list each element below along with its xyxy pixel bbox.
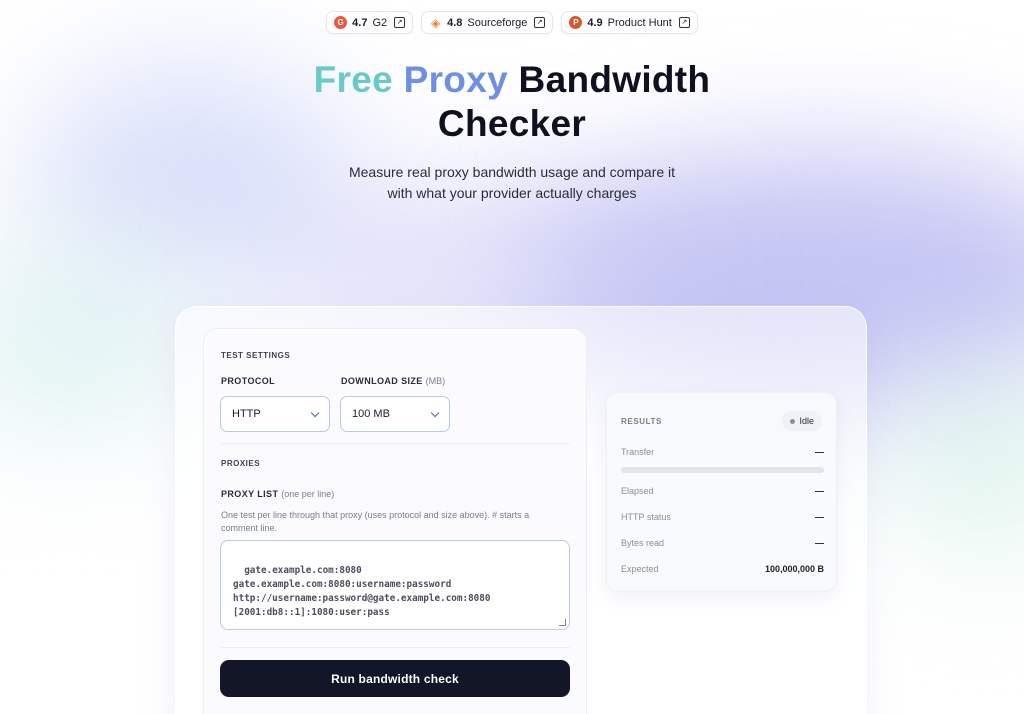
result-label: Elapsed — [621, 486, 654, 496]
subtitle-line-2: with what your provider actually charges — [387, 185, 637, 201]
rating-name: G2 — [372, 16, 388, 29]
producthunt-logo-icon: P — [569, 16, 583, 29]
transfer-progress-bar — [621, 467, 824, 473]
results-panel: RESULTS Idle Transfer — Elapsed — HTTP s… — [606, 392, 837, 592]
rating-name: Sourceforge — [467, 16, 528, 29]
sourceforge-logo-icon: ◈ — [431, 15, 441, 30]
proxy-list-help-line-1: One test per line through that proxy (us… — [221, 510, 530, 520]
result-label: Transfer — [621, 447, 655, 457]
result-label: Bytes read — [621, 538, 665, 548]
result-row-bytes-read: Bytes read — — [621, 538, 824, 548]
protocol-label: PROTOCOL — [221, 376, 276, 386]
rating-score: 4.8 — [447, 16, 463, 29]
rating-score: 4.7 — [352, 16, 368, 29]
download-size-label: DOWNLOAD SIZE (MB) — [341, 376, 445, 386]
download-size-select[interactable]: 100 MB — [340, 396, 450, 432]
run-bandwidth-check-button[interactable]: Run bandwidth check — [220, 660, 570, 697]
result-row-expected: Expected 100,000,000 B — [621, 564, 824, 574]
result-label: Expected — [621, 564, 659, 574]
external-link-icon: ↗ — [394, 17, 406, 28]
title-checker: Checker — [437, 103, 587, 144]
page-title: Free Proxy Bandwidth Checker — [0, 58, 1024, 146]
proxy-list-label: PROXY LIST (one per line) — [221, 489, 334, 499]
result-row-elapsed: Elapsed — — [621, 486, 824, 496]
download-size-unit: (MB) — [425, 376, 446, 386]
test-settings-heading: TEST SETTINGS — [221, 351, 291, 360]
chevron-down-icon — [430, 408, 440, 417]
proxy-list-help-line-2: comment line. — [221, 523, 278, 533]
external-link-icon: ↗ — [678, 17, 690, 28]
status-text: Idle — [799, 416, 814, 426]
result-label: HTTP status — [621, 512, 671, 522]
ratings-bar: G 4.7 G2 ↗ ◈ 4.8 Sourceforge ↗ P 4.9 Pro… — [0, 11, 1024, 34]
divider — [221, 443, 570, 444]
rating-producthunt-link[interactable]: P 4.9 Product Hunt ↗ — [561, 11, 698, 34]
result-value: — — [815, 538, 824, 548]
subtitle-line-1: Measure real proxy bandwidth usage and c… — [348, 164, 676, 180]
external-link-icon: ↗ — [534, 17, 546, 28]
chevron-down-icon — [310, 408, 320, 417]
result-value: — — [815, 447, 824, 457]
result-row-http-status: HTTP status — — [621, 512, 824, 522]
title-proxy: Proxy — [403, 59, 508, 100]
status-dot-icon — [790, 418, 796, 424]
rating-g2-link[interactable]: G 4.7 G2 ↗ — [326, 11, 414, 34]
g2-logo-icon: G — [334, 16, 348, 29]
title-free: Free — [313, 59, 394, 100]
proxy-list-inline-hint: (one per line) — [281, 489, 335, 499]
result-value: — — [815, 486, 824, 496]
download-size-value: 100 MB — [352, 408, 390, 420]
rating-score: 4.9 — [587, 16, 603, 29]
protocol-select[interactable]: HTTP — [220, 396, 330, 432]
result-value: 100,000,000 B — [764, 564, 824, 574]
rating-name: Product Hunt — [607, 16, 672, 29]
status-badge: Idle — [782, 411, 822, 431]
result-value: — — [815, 512, 824, 522]
result-row-transfer: Transfer — — [621, 447, 824, 457]
proxy-list-label-text: PROXY LIST — [221, 489, 279, 499]
proxies-heading: PROXIES — [221, 459, 261, 468]
proxy-list-textarea[interactable]: gate.example.com:8080 gate.example.com:8… — [220, 540, 570, 630]
rating-sourceforge-link[interactable]: ◈ 4.8 Sourceforge ↗ — [421, 11, 554, 34]
proxy-list-placeholder: gate.example.com:8080 gate.example.com:8… — [233, 565, 491, 618]
protocol-value: HTTP — [232, 408, 261, 420]
divider — [221, 647, 570, 648]
results-heading: RESULTS — [621, 417, 662, 426]
resize-handle-icon[interactable] — [559, 619, 566, 626]
title-bandwidth: Bandwidth — [518, 59, 711, 100]
proxy-list-help: One test per line through that proxy (us… — [221, 509, 571, 535]
page-subtitle: Measure real proxy bandwidth usage and c… — [0, 162, 1024, 204]
download-size-label-text: DOWNLOAD SIZE — [341, 376, 423, 386]
